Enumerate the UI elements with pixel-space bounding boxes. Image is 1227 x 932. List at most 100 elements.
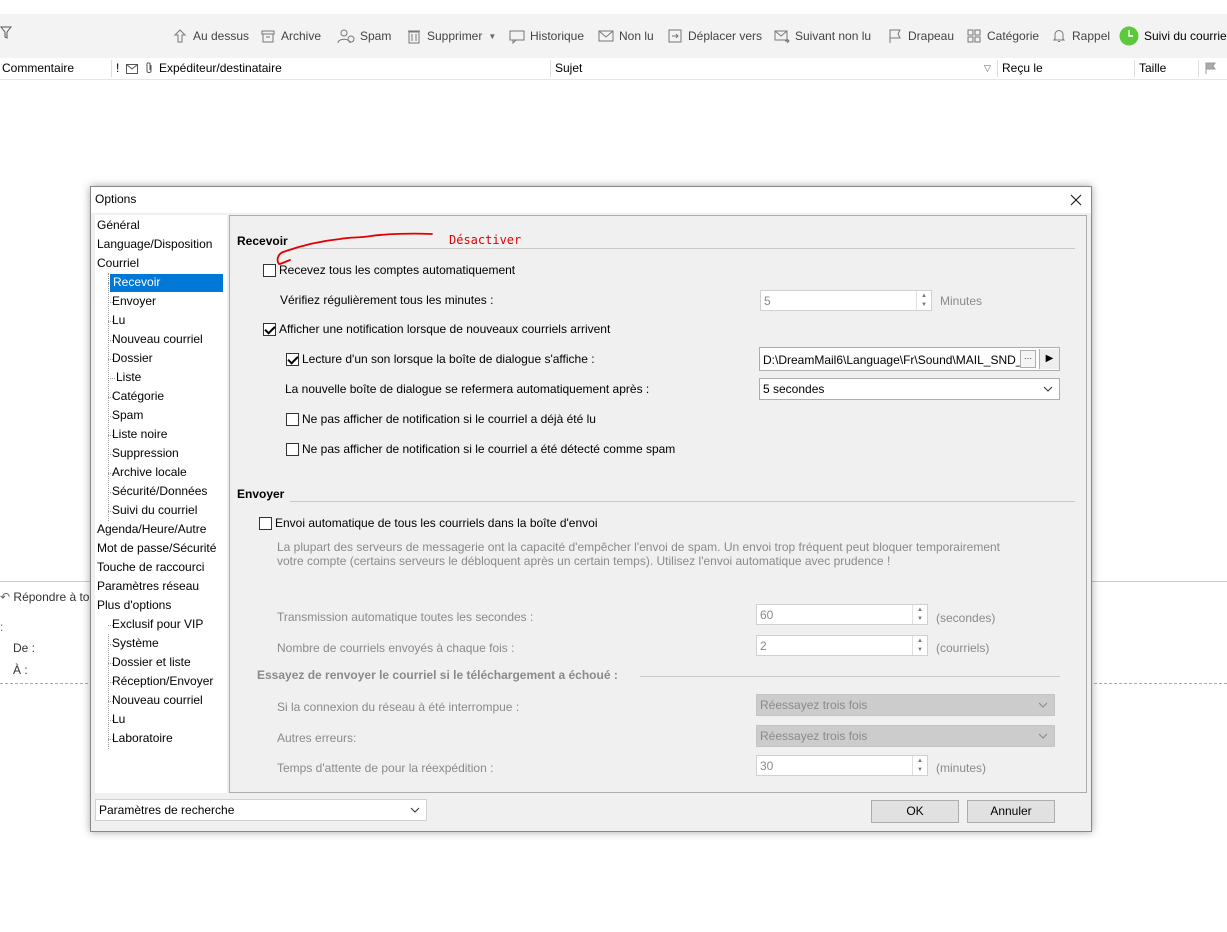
- nav-calendar[interactable]: Agenda/Heure/Autre: [97, 521, 206, 539]
- col-received[interactable]: Reçu le: [1002, 61, 1043, 75]
- nav-new-mail[interactable]: Nouveau courriel: [112, 331, 203, 349]
- nav-read[interactable]: Lu: [112, 312, 125, 330]
- move-top-button[interactable]: Au dessus: [172, 26, 249, 46]
- notify-checkbox[interactable]: [263, 323, 276, 336]
- no-notify-read-checkbox[interactable]: [286, 413, 299, 426]
- ok-button[interactable]: OK: [871, 800, 959, 823]
- play-sound-label[interactable]: Lecture d'un son lorsque la boîte de dia…: [302, 352, 595, 366]
- grid-icon: [967, 29, 981, 43]
- nav-read-2[interactable]: Lu: [112, 711, 125, 729]
- nav-network[interactable]: Paramètres réseau: [97, 578, 199, 596]
- network-retry-label: Si la connexion du réseau à été interrom…: [277, 700, 520, 714]
- play-sound-checkbox[interactable]: [286, 353, 299, 366]
- reminder-button[interactable]: Rappel: [1051, 26, 1110, 46]
- nav-local-archive[interactable]: Archive locale: [112, 464, 187, 482]
- nav-mail-tracking[interactable]: Suivi du courriel: [112, 502, 197, 520]
- col-flag-icon[interactable]: [1205, 62, 1217, 77]
- send-interval-unit: (secondes): [936, 611, 996, 625]
- send-count-label: Nombre de courriels envoyés à chaque foi…: [277, 641, 515, 655]
- no-notify-spam-label[interactable]: Ne pas afficher de notification si le co…: [302, 442, 675, 456]
- nav-language[interactable]: Language/Disposition: [97, 236, 212, 254]
- next-unread-button[interactable]: Suivant non lu: [774, 26, 871, 46]
- flag-icon: [889, 29, 901, 43]
- col-sender[interactable]: Expéditeur/destinataire: [159, 61, 282, 75]
- archive-button[interactable]: Archive: [260, 26, 321, 46]
- nav-category[interactable]: Catégorie: [112, 388, 164, 406]
- no-notify-read-label[interactable]: Ne pas afficher de notification si le co…: [302, 412, 596, 426]
- options-nav-tree: Général Language/Disposition Courriel Re…: [95, 215, 227, 793]
- settings-panel: Recevoir Désactiver Recevez tous les com…: [229, 215, 1087, 793]
- nav-blacklist[interactable]: Liste noire: [112, 426, 167, 444]
- col-size[interactable]: Taille: [1139, 61, 1166, 75]
- nav-folder[interactable]: Dossier: [112, 350, 153, 368]
- mail-tracking-button[interactable]: Suivi du courriel: [1119, 26, 1227, 46]
- move-folder-icon: [668, 29, 682, 43]
- close-after-select[interactable]: 5 secondes: [759, 378, 1060, 400]
- send-interval-spinner[interactable]: 60 ▲ ▼: [756, 604, 928, 625]
- nav-security-data[interactable]: Sécurité/Données: [112, 483, 207, 501]
- col-comment[interactable]: Commentaire: [2, 61, 74, 75]
- nav-folder-list[interactable]: Dossier et liste: [112, 654, 191, 672]
- nav-new-mail-2[interactable]: Nouveau courriel: [112, 692, 203, 710]
- auto-send-label[interactable]: Envoi automatique de tous les courriels …: [275, 516, 598, 530]
- auto-receive-label[interactable]: Recevez tous les comptes automatiquement: [279, 263, 515, 277]
- nav-more-options[interactable]: Plus d'options: [97, 597, 171, 615]
- col-envelope-icon[interactable]: [126, 63, 138, 77]
- flag-button[interactable]: Drapeau: [887, 26, 954, 46]
- history-button[interactable]: Historique: [509, 26, 584, 46]
- cancel-button[interactable]: Annuler: [967, 800, 1055, 823]
- auto-send-checkbox[interactable]: [259, 517, 272, 530]
- col-attachment-icon[interactable]: [145, 62, 153, 77]
- category-button[interactable]: Catégorie: [966, 26, 1039, 46]
- nav-lab[interactable]: Laboratoire: [112, 730, 173, 748]
- col-priority[interactable]: !: [116, 61, 119, 75]
- no-notify-spam-checkbox[interactable]: [286, 443, 299, 456]
- tracking-clock-icon: [1119, 26, 1139, 46]
- reply-icon: ↶: [0, 590, 11, 604]
- resend-wait-unit: (minutes): [936, 761, 987, 775]
- chevron-down-icon: [410, 807, 420, 813]
- auto-send-note: La plupart des serveurs de messagerie on…: [277, 540, 1000, 568]
- nav-general[interactable]: Général: [97, 217, 140, 235]
- reply-to-row: ↶ Répondre à to: [0, 590, 90, 604]
- chevron-down-icon: [1043, 386, 1053, 392]
- play-sound-button[interactable]: ▶: [1039, 349, 1059, 369]
- nav-system[interactable]: Système: [112, 635, 159, 653]
- nav-deletion[interactable]: Suppression: [112, 445, 179, 463]
- nav-password[interactable]: Mot de passe/Sécurité: [97, 540, 216, 558]
- other-errors-select[interactable]: Réessayez trois fois: [756, 725, 1055, 747]
- resend-wait-spinner[interactable]: 30 ▲ ▼: [756, 755, 928, 776]
- options-dialog: Options Général Language/Disposition Cou…: [90, 186, 1092, 832]
- nav-vip[interactable]: Exclusif pour VIP: [112, 616, 203, 634]
- check-interval-spinner[interactable]: 5 ▲ ▼: [760, 290, 932, 311]
- close-icon[interactable]: [1067, 191, 1085, 209]
- sound-path-field[interactable]: D:\DreamMail6\Language\Fr\Sound\MAIL_SND…: [759, 347, 1060, 371]
- delete-button[interactable]: Supprimer ▼: [406, 26, 496, 46]
- col-subject[interactable]: Sujet: [555, 61, 582, 75]
- spam-button[interactable]: Spam: [337, 26, 391, 46]
- dialog-titlebar: Options: [91, 187, 1091, 213]
- network-retry-select[interactable]: Réessayez trois fois: [756, 694, 1055, 716]
- chevron-down-icon[interactable]: ▼: [488, 32, 496, 41]
- nav-send[interactable]: Envoyer: [112, 293, 156, 311]
- nav-receive[interactable]: Recevoir: [110, 274, 223, 292]
- move-to-button[interactable]: Déplacer vers: [667, 26, 762, 46]
- notify-label[interactable]: Afficher une notification lorsque de nou…: [279, 322, 610, 336]
- red-annotation-text: Désactiver: [449, 233, 522, 247]
- search-settings-combo[interactable]: Paramètres de recherche: [95, 799, 427, 821]
- mark-unread-button[interactable]: Non lu: [598, 26, 654, 46]
- nav-shortcuts[interactable]: Touche de raccourci: [97, 559, 204, 577]
- nav-list[interactable]: Liste: [116, 369, 141, 387]
- send-count-spinner[interactable]: 2 ▲ ▼: [756, 635, 928, 656]
- nav-mail[interactable]: Courriel: [97, 255, 139, 273]
- envelope-arrow-icon: [774, 30, 790, 44]
- nav-receive-send[interactable]: Réception/Envoyer: [112, 673, 213, 691]
- message-list-header: Commentaire ! Expéditeur/destinataire Su…: [0, 58, 1227, 80]
- main-toolbar: Au dessus Archive Spam Supprimer ▼ Histo…: [0, 14, 1227, 58]
- dialog-title: Options: [95, 192, 137, 206]
- nav-spam[interactable]: Spam: [112, 407, 143, 425]
- trash-icon: [408, 30, 420, 44]
- filter-icon[interactable]: [0, 26, 13, 43]
- browse-button[interactable]: ···: [1020, 350, 1036, 368]
- auto-receive-checkbox[interactable]: [263, 264, 276, 277]
